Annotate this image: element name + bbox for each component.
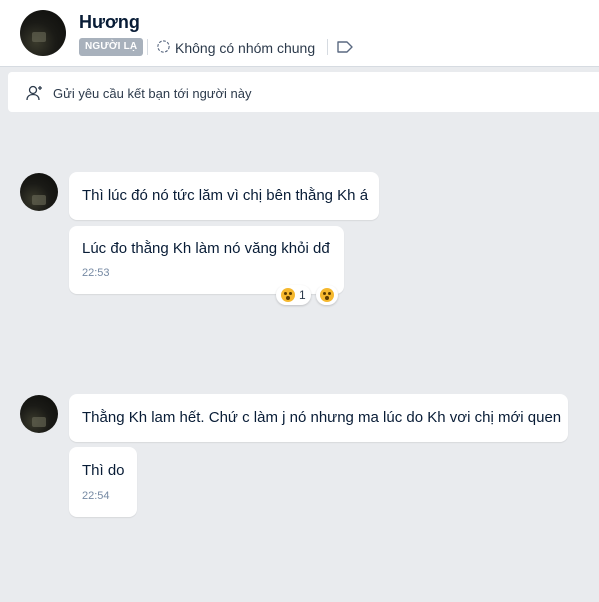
sender-avatar[interactable] — [20, 395, 58, 433]
reaction-count: 1 — [299, 288, 306, 302]
add-user-icon — [26, 85, 42, 101]
message-text: Thì lúc đó nó tức lăm vì chị bên thằng K… — [82, 187, 369, 204]
message-bubble[interactable]: Lúc đo thằng Kh làm nó văng khỏi dđ 22:5… — [69, 226, 344, 294]
friend-request-bar[interactable]: Gửi yêu cầu kết bạn tới người này — [8, 72, 599, 112]
wow-emoji-icon — [320, 288, 334, 302]
wow-emoji-icon — [281, 288, 295, 302]
message-bubble[interactable]: Thì do 22:54 — [69, 447, 137, 517]
message-bubble[interactable]: Thì lúc đó nó tức lăm vì chị bên thằng K… — [69, 172, 379, 220]
divider — [327, 39, 328, 55]
message-text: Thằng Kh lam hết. Chứ c làm j nó nhưng m… — [82, 409, 562, 426]
react-button[interactable] — [316, 285, 338, 305]
contact-name[interactable]: Hương — [79, 12, 140, 33]
common-group-link[interactable]: Không có nhóm chung — [175, 40, 315, 56]
message-time: 22:53 — [82, 267, 110, 279]
group-icon[interactable] — [156, 39, 171, 54]
divider — [147, 39, 148, 55]
tag-icon[interactable] — [336, 40, 354, 54]
stranger-badge: NGƯỜI LẠ — [79, 38, 144, 56]
message-time: 22:54 — [82, 490, 110, 502]
friend-request-label: Gửi yêu cầu kết bạn tới người này — [53, 86, 252, 101]
sender-avatar[interactable] — [20, 173, 58, 211]
contact-avatar[interactable] — [20, 10, 66, 56]
message-bubble[interactable]: Thằng Kh lam hết. Chứ c làm j nó nhưng m… — [69, 394, 568, 442]
chat-header: Hương NGƯỜI LẠ Không có nhóm chung — [0, 0, 599, 67]
reaction-summary[interactable]: 1 — [276, 285, 311, 305]
message-text: Thì do — [82, 462, 125, 479]
message-text: Lúc đo thằng Kh làm nó văng khỏi dđ — [82, 240, 330, 257]
